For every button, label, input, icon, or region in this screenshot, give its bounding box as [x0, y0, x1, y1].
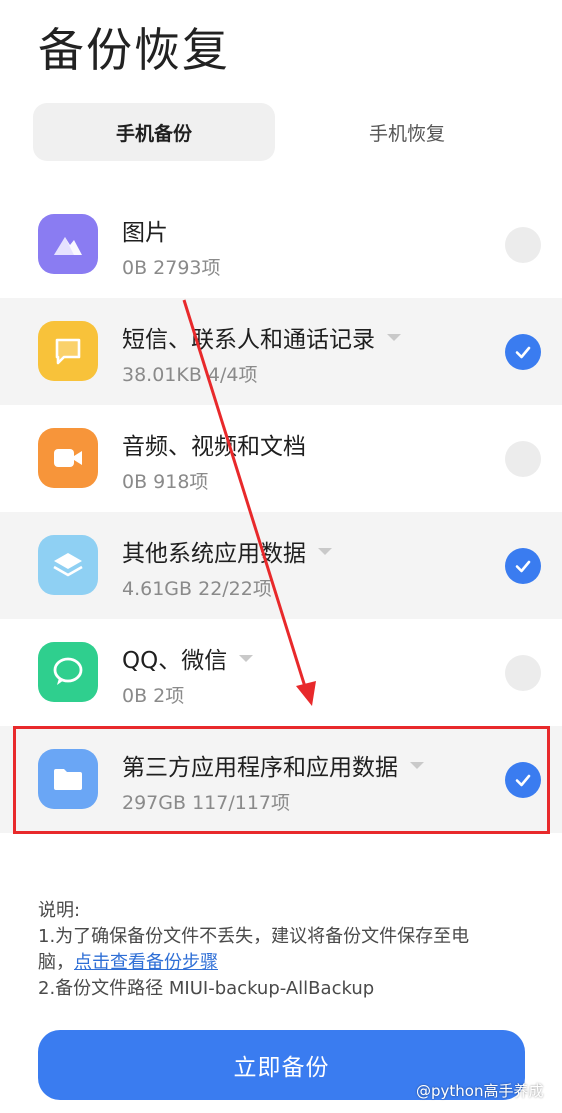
list-item-pictures[interactable]: 图片 0B 2793项 — [0, 191, 562, 298]
notes-section: 说明: 1.为了确保备份文件不丢失，建议将备份文件保存至电 脑，点击查看备份步骤… — [38, 898, 538, 1002]
notes-line-1: 1.为了确保备份文件不丢失，建议将备份文件保存至电 — [38, 926, 470, 947]
item-title: 短信、联系人和通话记录 — [122, 327, 375, 353]
layers-icon — [38, 535, 98, 595]
item-subtitle: 0B 2793项 — [122, 257, 221, 279]
list-item-audio-video-docs[interactable]: 音频、视频和文档 0B 918项 — [0, 405, 562, 512]
folder-icon — [38, 749, 98, 809]
list-item-qq-wechat[interactable]: QQ、微信 0B 2项 — [0, 619, 562, 726]
item-title: 其他系统应用数据 — [122, 541, 306, 567]
notes-line-1b: 脑， — [38, 952, 74, 973]
checkmark-icon — [515, 346, 531, 359]
backup-steps-link[interactable]: 点击查看备份步骤 — [74, 952, 218, 973]
item-subtitle: 297GB 117/117项 — [122, 792, 290, 814]
checkbox-checked[interactable] — [505, 762, 541, 798]
checkbox-unchecked[interactable] — [505, 655, 541, 691]
item-title: 第三方应用程序和应用数据 — [122, 755, 398, 781]
message-icon — [38, 321, 98, 381]
chat-icon — [38, 642, 98, 702]
video-icon — [38, 428, 98, 488]
item-subtitle: 0B 918项 — [122, 471, 209, 493]
backup-item-list: 图片 0B 2793项 短信、联系人和通话记录 38.01KB 4/4项 音频、… — [0, 191, 562, 833]
list-item-system-app-data[interactable]: 其他系统应用数据 4.61GB 22/22项 — [0, 512, 562, 619]
list-item-sms-contacts-calls[interactable]: 短信、联系人和通话记录 38.01KB 4/4项 — [0, 298, 562, 405]
chevron-down-icon[interactable] — [410, 761, 424, 769]
tab-bar: 手机备份 手机恢复 — [33, 103, 528, 161]
tab-phone-restore[interactable]: 手机恢复 — [286, 103, 528, 161]
checkmark-icon — [515, 774, 531, 787]
chevron-down-icon[interactable] — [239, 654, 254, 662]
item-subtitle: 0B 2项 — [122, 685, 185, 707]
page-title: 备份恢复 — [38, 23, 230, 77]
checkbox-checked[interactable] — [505, 334, 541, 370]
notes-line-2: 2.备份文件路径 MIUI-backup-AllBackup — [38, 978, 375, 999]
item-title: 图片 — [122, 220, 168, 246]
watermark: @python高手养成 — [416, 1082, 544, 1100]
image-icon — [38, 214, 98, 274]
item-title: QQ、微信 — [122, 648, 228, 674]
checkbox-unchecked[interactable] — [505, 227, 541, 263]
chevron-down-icon[interactable] — [318, 547, 332, 555]
chevron-down-icon[interactable] — [387, 333, 401, 341]
list-item-third-party-apps[interactable]: 第三方应用程序和应用数据 297GB 117/117项 — [0, 726, 562, 833]
notes-heading: 说明: — [38, 900, 81, 921]
item-subtitle: 4.61GB 22/22项 — [122, 578, 272, 600]
checkbox-unchecked[interactable] — [505, 441, 541, 477]
checkbox-checked[interactable] — [505, 548, 541, 584]
checkmark-icon — [515, 560, 531, 573]
item-title: 音频、视频和文档 — [122, 434, 306, 460]
item-subtitle: 38.01KB 4/4项 — [122, 364, 258, 386]
tab-phone-backup[interactable]: 手机备份 — [33, 103, 275, 161]
